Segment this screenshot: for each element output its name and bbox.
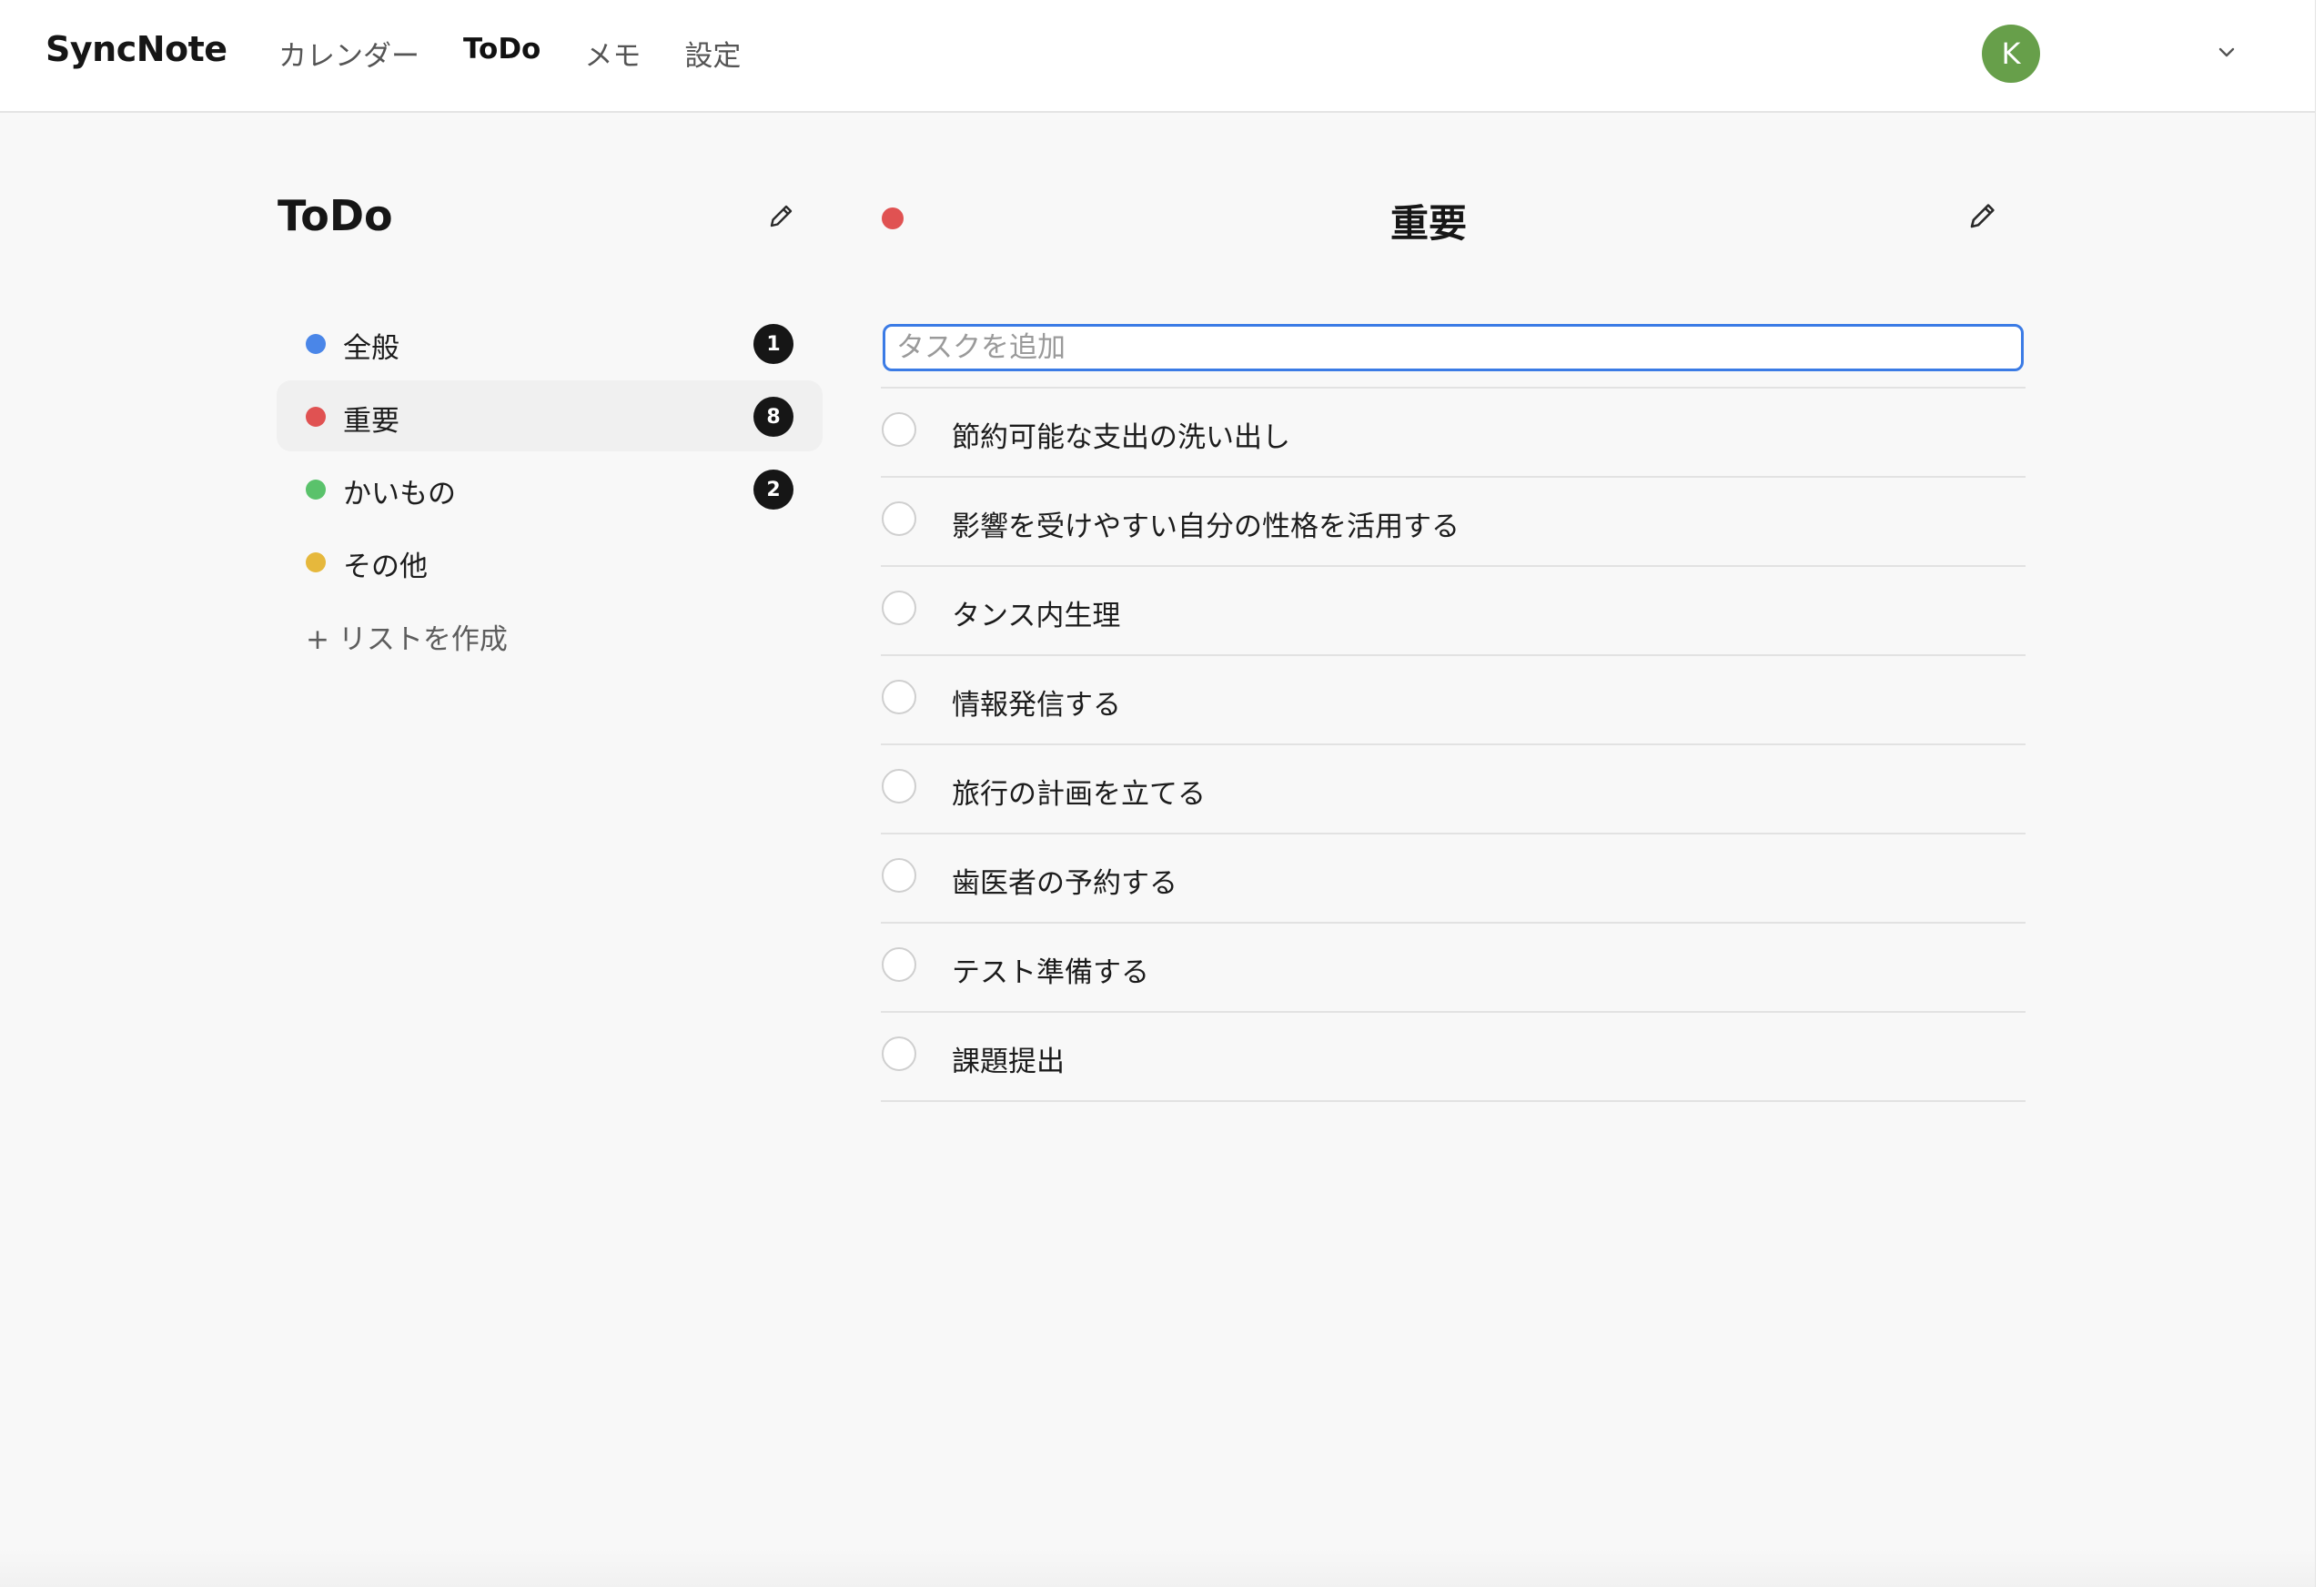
task-row: 旅行の計画を立てる (881, 745, 2026, 834)
app-window: SyncNote カレンダー ToDo メモ 設定 K ToDo 全般 1 重要… (0, 0, 2316, 1587)
list-color-dot (306, 552, 326, 572)
list-color-dot (882, 207, 904, 229)
window-edge (2316, 0, 2324, 1587)
add-task-input[interactable] (883, 324, 2024, 371)
task-row: タンス内生理 (881, 567, 2026, 656)
task-label[interactable]: テスト準備する (952, 949, 1149, 990)
task-label[interactable]: タンス内生理 (952, 592, 1120, 633)
task-row: 情報発信する (881, 656, 2026, 745)
count-badge: 8 (753, 397, 793, 437)
todo-lists: 全般 1 重要 8 かいもの 2 その他 (277, 308, 823, 599)
task-row: 歯医者の予約する (881, 834, 2026, 924)
task-label[interactable]: 情報発信する (952, 682, 1121, 723)
task-checkbox[interactable] (882, 591, 916, 625)
nav-memo[interactable]: メモ (584, 33, 641, 74)
task-label[interactable]: 課題提出 (952, 1038, 1065, 1079)
list-label: その他 (343, 551, 428, 583)
list-item-other[interactable]: その他 (277, 526, 823, 597)
task-label[interactable]: 歯医者の予約する (952, 860, 1177, 901)
sidebar-title: ToDo (278, 191, 393, 240)
task-row: 影響を受けやすい自分の性格を活用する (881, 478, 2026, 567)
main-nav: カレンダー ToDo メモ 設定 (278, 33, 784, 74)
window-bottom-edge (0, 1547, 2315, 1587)
nav-calendar[interactable]: カレンダー (278, 33, 419, 74)
pencil-icon[interactable] (1964, 198, 2000, 235)
nav-todo[interactable]: ToDo (463, 33, 541, 74)
list-color-dot (306, 407, 326, 427)
list-color-dot (306, 334, 326, 354)
task-label[interactable]: 影響を受けやすい自分の性格を活用する (952, 503, 1460, 544)
task-checkbox[interactable] (882, 680, 916, 714)
user-avatar[interactable]: K (1982, 25, 2040, 83)
top-nav-bar: SyncNote カレンダー ToDo メモ 設定 K (0, 0, 2315, 113)
list-color-dot (306, 480, 326, 500)
task-label[interactable]: 旅行の計画を立てる (952, 771, 1206, 812)
task-list: 節約可能な支出の洗い出し 影響を受けやすい自分の性格を活用する タンス内生理 情… (881, 389, 2026, 1102)
task-row: 節約可能な支出の洗い出し (881, 389, 2026, 478)
list-item-shopping[interactable]: かいもの 2 (277, 453, 823, 524)
count-badge: 2 (753, 470, 793, 510)
task-row: 課題提出 (881, 1013, 2026, 1102)
task-checkbox[interactable] (882, 501, 916, 536)
task-row: テスト準備する (881, 924, 2026, 1013)
list-label: かいもの (343, 478, 456, 510)
task-checkbox[interactable] (882, 858, 916, 893)
list-item-general[interactable]: 全般 1 (277, 308, 823, 379)
list-item-important[interactable]: 重要 8 (277, 380, 823, 451)
create-list-button[interactable]: + リストを作成 (306, 616, 508, 657)
count-badge: 1 (753, 324, 793, 364)
list-title: 重要 (1389, 201, 1467, 246)
task-label[interactable]: 節約可能な支出の洗い出し (952, 414, 1290, 455)
task-checkbox[interactable] (882, 1036, 916, 1071)
task-checkbox[interactable] (882, 769, 916, 804)
task-checkbox[interactable] (882, 412, 916, 447)
list-label: 重要 (343, 405, 399, 438)
list-label: 全般 (343, 332, 399, 365)
pencil-icon[interactable] (764, 200, 797, 233)
task-checkbox[interactable] (882, 947, 916, 982)
nav-settings[interactable]: 設定 (684, 33, 741, 74)
chevron-down-icon[interactable] (2214, 40, 2239, 66)
brand-logo[interactable]: SyncNote (45, 29, 227, 69)
